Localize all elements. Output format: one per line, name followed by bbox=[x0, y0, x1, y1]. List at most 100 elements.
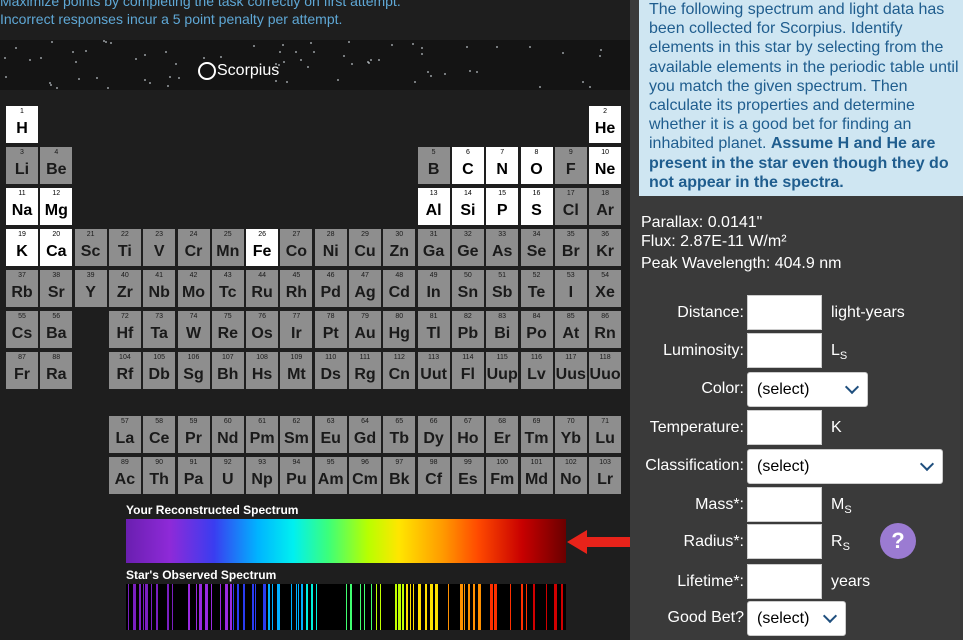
element-Lr[interactable]: 103 Lr bbox=[589, 457, 622, 494]
element-Re[interactable]: 75 Re bbox=[211, 311, 244, 348]
element-Ge[interactable]: 32 Ge bbox=[451, 229, 484, 266]
element-Cn[interactable]: 112 Cn bbox=[383, 352, 416, 389]
element-Be[interactable]: 4 Be bbox=[40, 147, 73, 184]
element-V[interactable]: 23 V bbox=[143, 229, 176, 266]
element-Lu[interactable]: 71 Lu bbox=[589, 416, 622, 453]
element-Ar[interactable]: 18 Ar bbox=[589, 188, 622, 225]
element-Db[interactable]: 105 Db bbox=[143, 352, 176, 389]
element-Mn[interactable]: 25 Mn bbox=[211, 229, 244, 266]
element-Si[interactable]: 14 Si bbox=[451, 188, 484, 225]
element-Ga[interactable]: 31 Ga bbox=[417, 229, 450, 266]
element-Cr[interactable]: 24 Cr bbox=[177, 229, 210, 266]
element-Sn[interactable]: 50 Sn bbox=[451, 270, 484, 307]
element-Fl[interactable]: 114 Fl bbox=[451, 352, 484, 389]
element-Th[interactable]: 90 Th bbox=[143, 457, 176, 494]
element-Bk[interactable]: 97 Bk bbox=[383, 457, 416, 494]
element-La[interactable]: 57 La bbox=[108, 416, 141, 453]
element-Rg[interactable]: 111 Rg bbox=[349, 352, 381, 389]
element-Cd[interactable]: 48 Cd bbox=[383, 270, 416, 307]
element-Fr[interactable]: 87 Fr bbox=[6, 352, 38, 389]
element-As[interactable]: 33 As bbox=[486, 229, 519, 266]
element-Ni[interactable]: 28 Ni bbox=[314, 229, 347, 266]
element-Eu[interactable]: 63 Eu bbox=[314, 416, 347, 453]
element-Cl[interactable]: 17 Cl bbox=[554, 188, 587, 225]
element-Fm[interactable]: 100 Fm bbox=[486, 457, 519, 494]
good-bet-select[interactable]: (select) bbox=[747, 601, 846, 636]
element-Zn[interactable]: 30 Zn bbox=[383, 229, 416, 266]
element-Cm[interactable]: 96 Cm bbox=[349, 457, 381, 494]
element-At[interactable]: 85 At bbox=[554, 311, 587, 348]
element-Pd[interactable]: 46 Pd bbox=[314, 270, 347, 307]
element-Os[interactable]: 76 Os bbox=[246, 311, 279, 348]
element-Ti[interactable]: 22 Ti bbox=[108, 229, 141, 266]
luminosity-input[interactable] bbox=[747, 333, 822, 368]
element-Ba[interactable]: 56 Ba bbox=[40, 311, 73, 348]
element-Uuo[interactable]: 118 Uuo bbox=[589, 352, 622, 389]
element-Uus[interactable]: 117 Uus bbox=[554, 352, 587, 389]
element-Ca[interactable]: 20 Ca bbox=[40, 229, 73, 266]
element-H[interactable]: 1H bbox=[6, 106, 38, 143]
element-Ho[interactable]: 67 Ho bbox=[451, 416, 484, 453]
element-Rh[interactable]: 45 Rh bbox=[280, 270, 313, 307]
star-marker[interactable]: Scorpius bbox=[198, 62, 279, 80]
element-Ds[interactable]: 110 Ds bbox=[314, 352, 347, 389]
element-Np[interactable]: 93 Np bbox=[246, 457, 279, 494]
element-Fe[interactable]: 26 Fe bbox=[246, 229, 279, 266]
element-Zr[interactable]: 40 Zr bbox=[108, 270, 141, 307]
element-Es[interactable]: 99 Es bbox=[451, 457, 484, 494]
mass-input[interactable] bbox=[747, 487, 822, 522]
element-Te[interactable]: 52 Te bbox=[520, 270, 553, 307]
element-Hs[interactable]: 108 Hs bbox=[246, 352, 279, 389]
element-Uut[interactable]: 113 Uut bbox=[417, 352, 450, 389]
element-Rn[interactable]: 86 Rn bbox=[589, 311, 622, 348]
element-Nd[interactable]: 60 Nd bbox=[211, 416, 244, 453]
color-select[interactable]: (select) bbox=[747, 372, 868, 407]
element-Po[interactable]: 84 Po bbox=[520, 311, 553, 348]
element-Cs[interactable]: 55 Cs bbox=[6, 311, 38, 348]
element-Md[interactable]: 101 Md bbox=[520, 457, 553, 494]
element-Ir[interactable]: 77 Ir bbox=[280, 311, 313, 348]
distance-input[interactable] bbox=[747, 295, 822, 330]
element-Sr[interactable]: 38 Sr bbox=[40, 270, 73, 307]
element-Sb[interactable]: 51 Sb bbox=[486, 270, 519, 307]
element-Tm[interactable]: 69 Tm bbox=[520, 416, 553, 453]
element-Cu[interactable]: 29 Cu bbox=[349, 229, 381, 266]
element-S[interactable]: 16 S bbox=[520, 188, 553, 225]
element-O[interactable]: 8O bbox=[520, 147, 553, 184]
element-Tb[interactable]: 65 Tb bbox=[383, 416, 416, 453]
element-Ta[interactable]: 73 Ta bbox=[143, 311, 176, 348]
element-N[interactable]: 7N bbox=[486, 147, 519, 184]
element-Br[interactable]: 35 Br bbox=[554, 229, 587, 266]
element-Ac[interactable]: 89 Ac bbox=[108, 457, 141, 494]
element-Yb[interactable]: 70 Yb bbox=[554, 416, 587, 453]
element-Pb[interactable]: 82 Pb bbox=[451, 311, 484, 348]
element-I[interactable]: 53 I bbox=[554, 270, 587, 307]
element-Am[interactable]: 95 Am bbox=[314, 457, 347, 494]
element-No[interactable]: 102 No bbox=[554, 457, 587, 494]
element-Mt[interactable]: 109 Mt bbox=[280, 352, 313, 389]
element-U[interactable]: 92 U bbox=[211, 457, 244, 494]
element-K[interactable]: 19 K bbox=[6, 229, 38, 266]
element-Nb[interactable]: 41 Nb bbox=[143, 270, 176, 307]
element-Lv[interactable]: 116 Lv bbox=[520, 352, 553, 389]
element-Mg[interactable]: 12 Mg bbox=[40, 188, 73, 225]
element-Pu[interactable]: 94 Pu bbox=[280, 457, 313, 494]
element-Co[interactable]: 27 Co bbox=[280, 229, 313, 266]
element-Uup[interactable]: 115 Uup bbox=[486, 352, 519, 389]
element-Xe[interactable]: 54 Xe bbox=[589, 270, 622, 307]
element-Se[interactable]: 34 Se bbox=[520, 229, 553, 266]
element-Bi[interactable]: 83 Bi bbox=[486, 311, 519, 348]
element-Tc[interactable]: 43 Tc bbox=[211, 270, 244, 307]
element-Li[interactable]: 3 Li bbox=[6, 147, 38, 184]
element-P[interactable]: 15 P bbox=[486, 188, 519, 225]
element-Cf[interactable]: 98 Cf bbox=[417, 457, 450, 494]
element-Dy[interactable]: 66 Dy bbox=[417, 416, 450, 453]
element-Hf[interactable]: 72 Hf bbox=[108, 311, 141, 348]
element-Ra[interactable]: 88 Ra bbox=[40, 352, 73, 389]
element-Rf[interactable]: 104 Rf bbox=[108, 352, 141, 389]
temperature-input[interactable] bbox=[747, 410, 822, 445]
element-Er[interactable]: 68 Er bbox=[486, 416, 519, 453]
element-Al[interactable]: 13 Al bbox=[417, 188, 450, 225]
element-Pa[interactable]: 91 Pa bbox=[177, 457, 210, 494]
element-Na[interactable]: 11 Na bbox=[6, 188, 38, 225]
